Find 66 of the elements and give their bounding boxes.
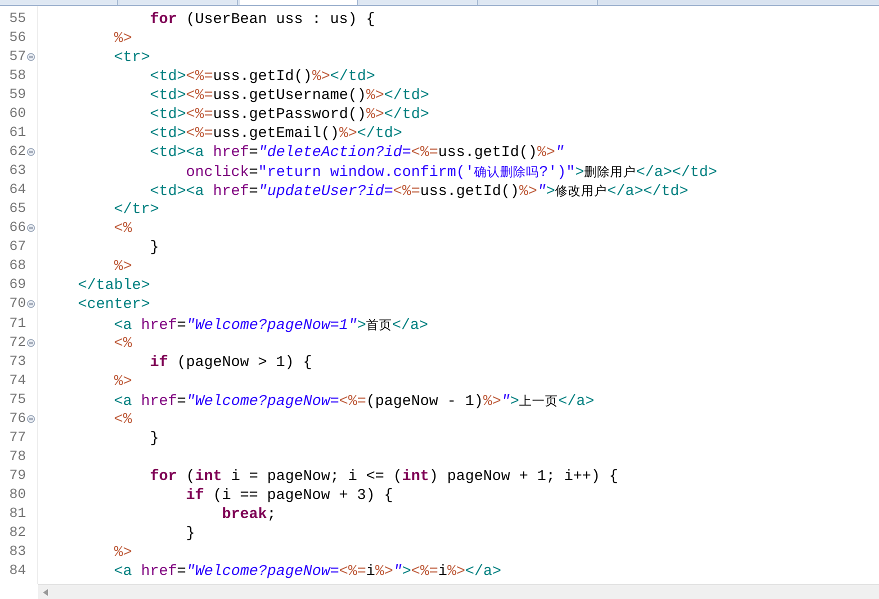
code-line: for (int i = pageNow; i <= (int) pageNow + 1; i++) { xyxy=(149,466,620,486)
horizontal-scrollbar[interactable] xyxy=(38,584,879,599)
code-line: </tr> xyxy=(113,200,160,220)
collapse-icon[interactable] xyxy=(27,224,35,232)
line-number: 79 xyxy=(9,466,26,486)
line-number: 72 xyxy=(9,334,26,353)
code-line: %> xyxy=(113,29,134,48)
code-line: %> xyxy=(113,257,134,276)
code-line: for (UserBean uss : us) { xyxy=(149,10,376,30)
collapse-icon[interactable] xyxy=(27,53,35,62)
line-number: 59 xyxy=(9,86,26,106)
code-line: <tr> xyxy=(113,48,152,68)
line-number: 65 xyxy=(9,200,26,220)
code-line: %> xyxy=(113,542,134,562)
code-line: <% xyxy=(113,219,134,238)
line-number: 57 xyxy=(9,48,26,68)
collapse-icon[interactable] xyxy=(27,300,35,308)
line-number: 81 xyxy=(9,504,26,524)
code-line: } xyxy=(149,238,160,258)
line-number: 66 xyxy=(9,219,26,238)
code-line: <td><%=uss.getUsername()%></td> xyxy=(149,86,430,106)
code-line: break; xyxy=(221,504,278,524)
line-number: 82 xyxy=(9,524,26,543)
line-number: 56 xyxy=(9,29,26,48)
collapse-icon[interactable] xyxy=(27,414,35,423)
code-line: <td><a href="updateUser?id=<%=uss.getId()%>">修改用户</a></td> xyxy=(149,182,690,200)
line-number: 62 xyxy=(9,143,26,162)
code-line: onclick="return window.confirm('确认删除吗?')">删除用户</a></td> xyxy=(185,163,718,182)
code-line: <center> xyxy=(77,295,152,314)
line-number: 84 xyxy=(9,562,26,581)
code-line: } xyxy=(185,524,196,543)
line-number: 67 xyxy=(9,238,26,258)
line-number: 76 xyxy=(9,410,26,429)
code-line: <% xyxy=(113,334,134,353)
line-number: 75 xyxy=(9,390,26,410)
code-line: <a href="Welcome?pageNow=1">首页</a> xyxy=(113,316,430,334)
line-number: 64 xyxy=(9,181,26,200)
line-number: 61 xyxy=(9,124,26,144)
collapse-icon[interactable] xyxy=(27,148,35,156)
code-line: <td><a href="deleteAction?id=<%=uss.getId()%>" xyxy=(149,143,566,162)
code-line: if (pageNow > 1) { xyxy=(149,352,314,372)
line-number: 77 xyxy=(9,428,26,448)
code-line: <td><%=uss.getId()%></td> xyxy=(149,67,376,86)
line-number: 70 xyxy=(9,295,26,314)
line-number: 58 xyxy=(9,67,26,86)
line-number: 69 xyxy=(9,276,26,296)
code-line: <a href="Welcome?pageNow=<%=(pageNow - 1)%>">上一页</a> xyxy=(113,392,596,410)
code-line: <a href="Welcome?pageNow=<%=i%>"><%=i%></a> xyxy=(113,562,502,581)
line-number: 55 xyxy=(9,10,26,30)
code-line: %> xyxy=(113,372,134,391)
code-line: if (i == pageNow + 3) { xyxy=(185,486,394,505)
code-line: </table> xyxy=(77,276,152,296)
code-line: <td><%=uss.getPassword()%></td> xyxy=(149,105,430,124)
line-number: 74 xyxy=(9,372,26,391)
code-line: <td><%=uss.getEmail()%></td> xyxy=(149,124,404,144)
line-number: 73 xyxy=(9,352,26,372)
code-line: } xyxy=(149,428,160,448)
line-number: 71 xyxy=(9,314,26,334)
line-number: 83 xyxy=(9,542,26,562)
collapse-icon[interactable] xyxy=(27,338,35,347)
line-number: 63 xyxy=(9,162,26,182)
line-number: 80 xyxy=(9,486,26,505)
line-number: 68 xyxy=(9,257,26,276)
code-line: <% xyxy=(113,410,134,429)
line-number: 60 xyxy=(9,105,26,124)
line-number: 78 xyxy=(9,448,26,467)
